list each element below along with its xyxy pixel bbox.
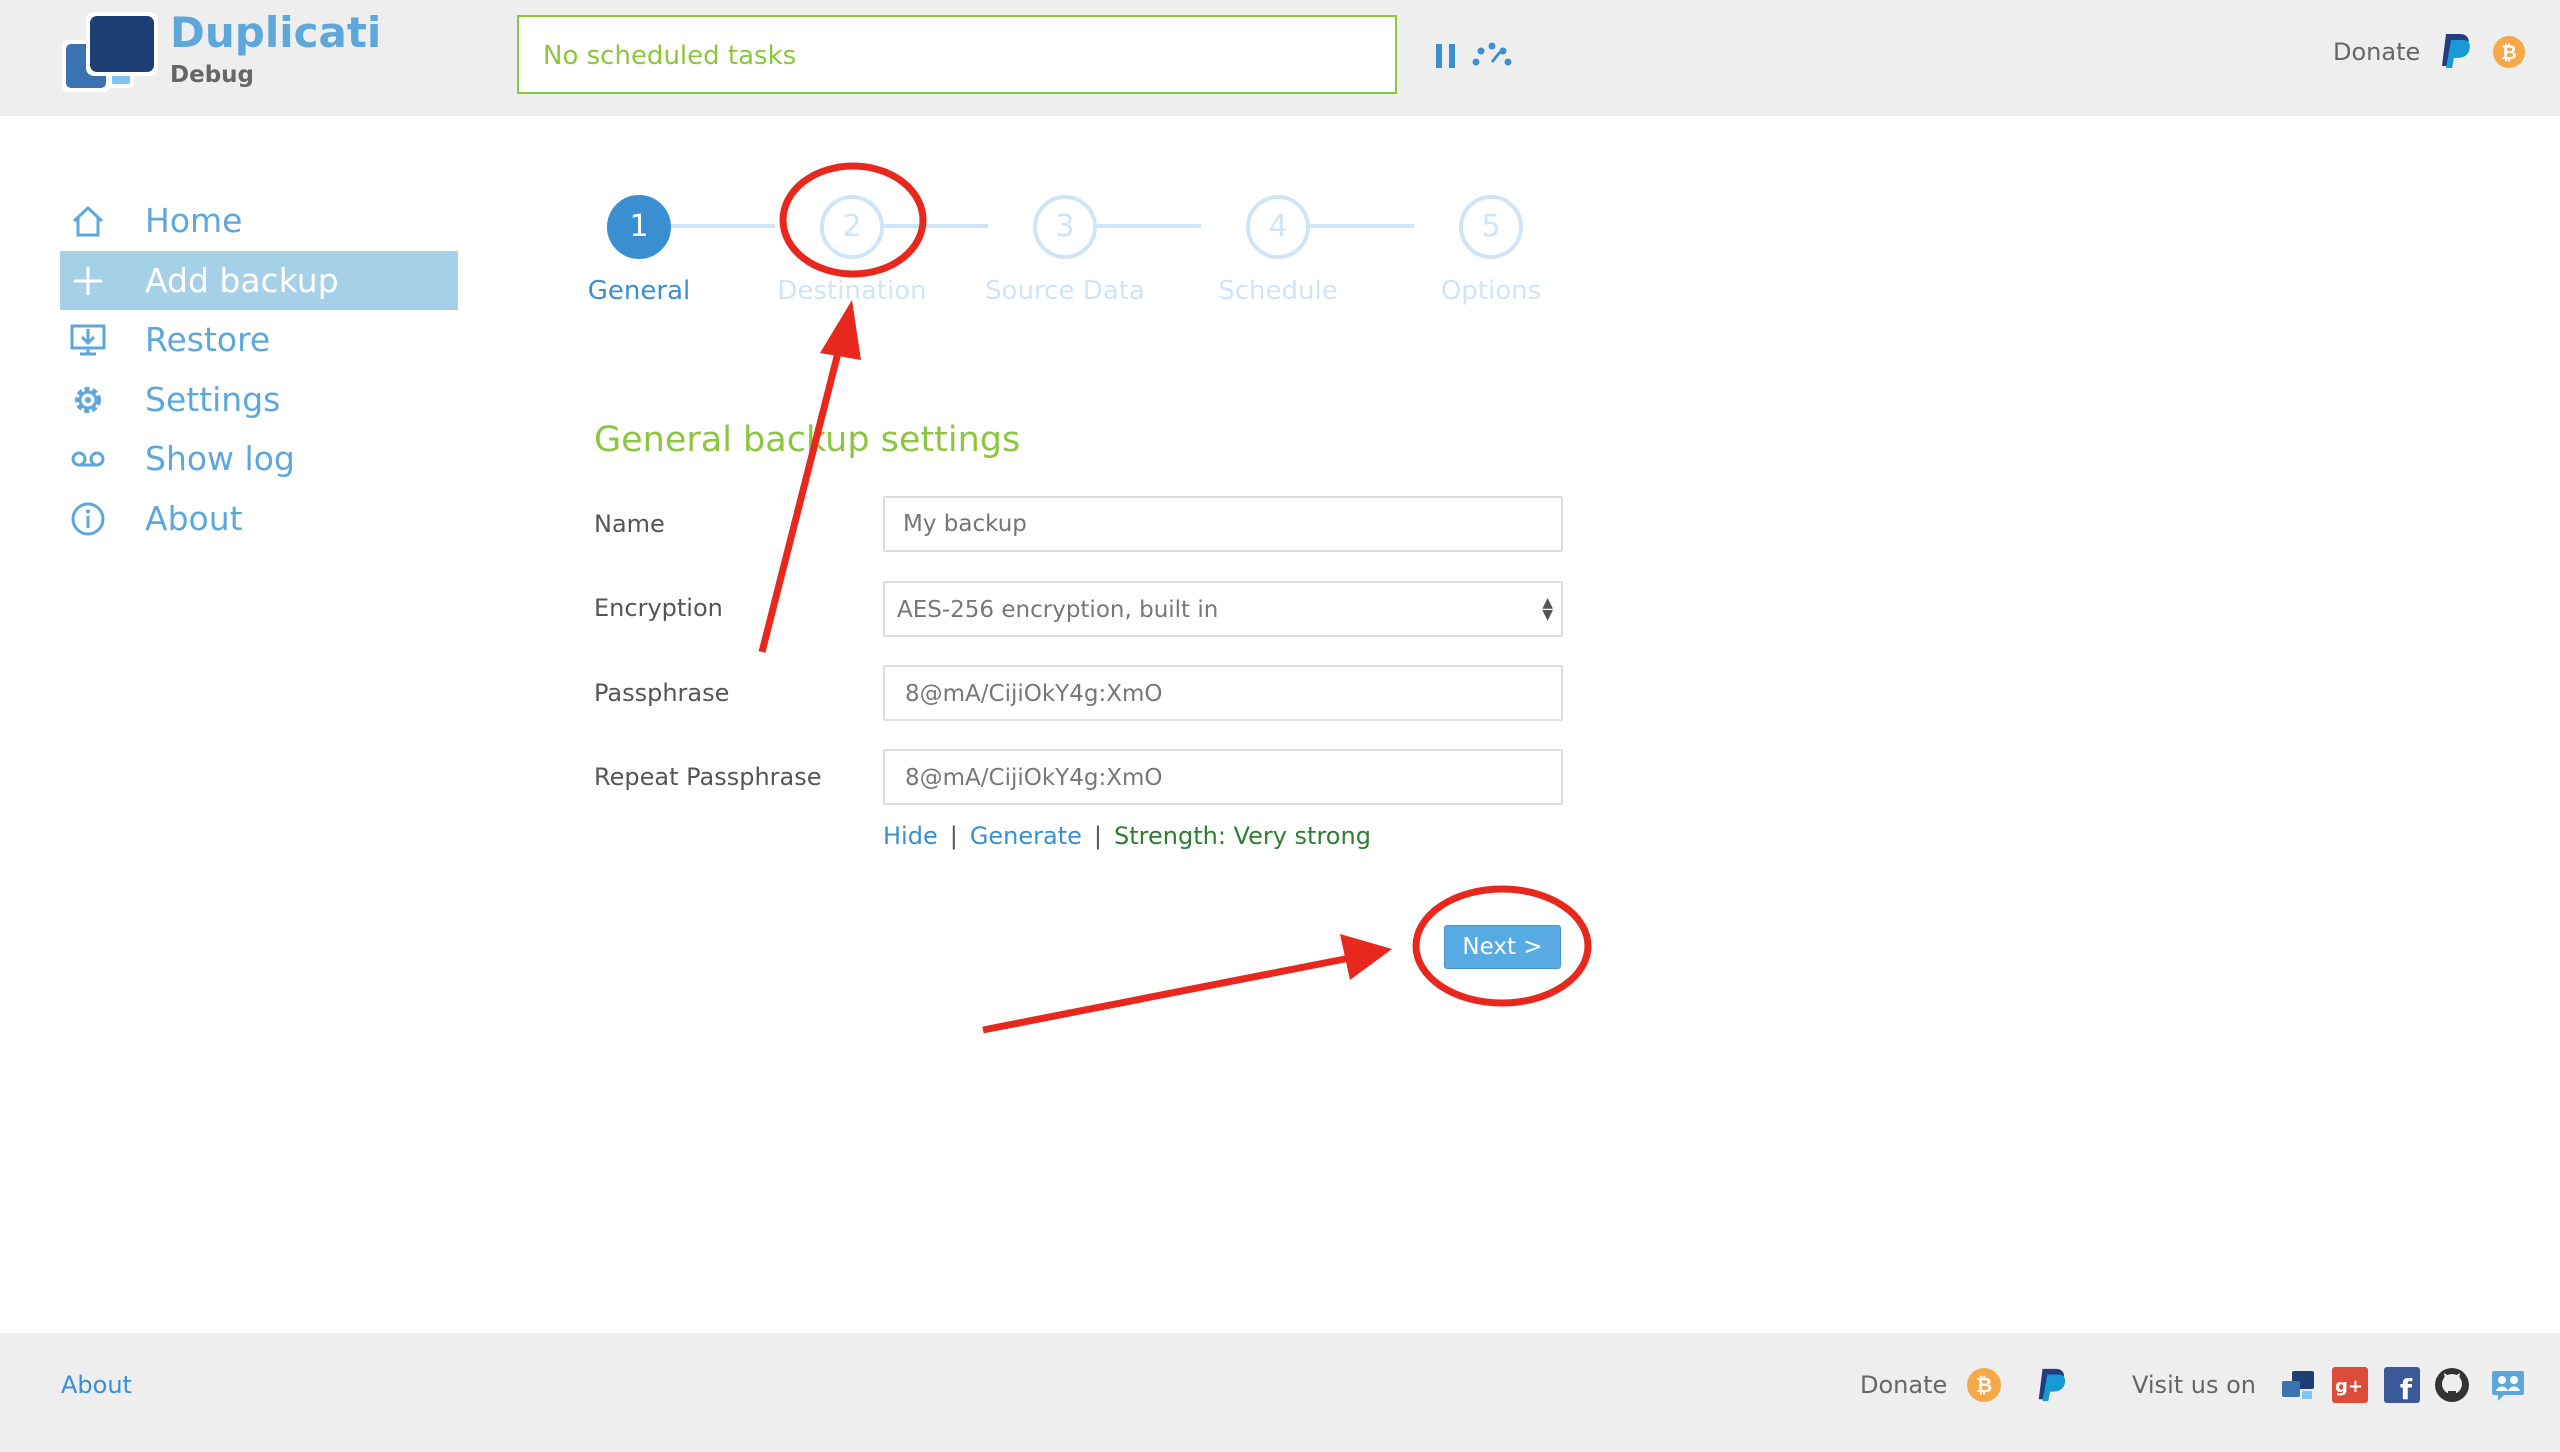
step-2-circle[interactable]: 2 [820,195,884,259]
paypal-icon[interactable] [2034,1367,2070,1403]
app-edition: Debug [170,62,254,88]
duplicati-logo-icon [62,12,158,92]
sidebar-item-label: About [145,498,243,538]
svg-text:f: f [2400,1373,2413,1403]
sidebar-item-label: Settings [145,379,281,419]
sidebar-item-show-log[interactable]: Show log [60,429,458,489]
separator: | [949,822,958,850]
log-icon [71,451,105,467]
top-bar: Duplicati Debug No scheduled tasks Donat… [0,0,2560,116]
footer-visit-label: Visit us on [2132,1371,2257,1399]
repeat-passphrase-input[interactable]: 8@mA/CijiOkY4g:XmO [883,749,1563,805]
svg-text:g+: g+ [2335,1376,2363,1397]
svg-text:₿: ₿ [2501,42,2516,64]
throttle-icon[interactable] [1470,38,1514,68]
step-4-circle[interactable]: 4 [1246,195,1310,259]
sidebar-nav: Home Add backup Restore Settings Show lo… [60,191,458,548]
footer-donate-label: Donate [1860,1371,1948,1399]
sidebar-item-label: Add backup [145,260,339,300]
name-input[interactable] [883,496,1563,552]
passphrase-label: Passphrase [594,679,730,707]
bitcoin-icon[interactable]: ₿ [1966,1367,2002,1403]
bitcoin-icon[interactable]: ₿ [2492,35,2526,69]
encryption-label: Encryption [594,594,723,622]
footer-about-link[interactable]: About [61,1371,132,1399]
passphrase-value: 8@mA/CijiOkY4g:XmO [905,681,1163,707]
plus-icon [74,266,102,295]
sidebar-item-label: Home [145,201,243,240]
select-arrows-icon: ▲ ▼ [1542,595,1553,623]
sidebar-item-restore[interactable]: Restore [60,310,458,370]
pause-icon[interactable] [1436,44,1456,68]
gear-icon [75,386,101,413]
step-1-label[interactable]: General [539,276,739,306]
generate-link[interactable]: Generate [970,822,1082,850]
donate-label[interactable]: Donate [2333,38,2420,66]
repeat-passphrase-value: 8@mA/CijiOkY4g:XmO [905,765,1163,791]
passphrase-actions: Hide | Generate | Strength: Very strong [883,822,1371,850]
encryption-selected-value: AES-256 encryption, built in [897,597,1219,623]
hide-link[interactable]: Hide [883,822,938,850]
sidebar-item-label: Show log [145,439,295,478]
next-button[interactable]: Next > [1444,925,1561,969]
separator: | [1093,822,1102,850]
annotation-arrow-line [982,954,1351,1034]
svg-text:₿: ₿ [1976,1373,1992,1397]
step-3-label[interactable]: Source Data [965,276,1165,306]
task-status-box[interactable]: No scheduled tasks [517,15,1397,94]
repeat-passphrase-label: Repeat Passphrase [594,763,822,791]
step-3-circle[interactable]: 3 [1033,195,1097,259]
passphrase-input[interactable]: 8@mA/CijiOkY4g:XmO [883,665,1563,721]
mailing-list-icon[interactable] [2490,1367,2526,1403]
paypal-icon[interactable] [2440,32,2472,70]
forum-icon[interactable] [2280,1367,2316,1403]
sidebar-item-add-backup[interactable]: Add backup [60,250,458,310]
info-icon [71,502,105,535]
app-name: Duplicati [170,8,382,57]
step-1-circle[interactable]: 1 [607,195,671,259]
sidebar-item-label: Restore [145,320,271,359]
sidebar-item-about[interactable]: About [60,489,458,549]
footer: About Donate ₿ Visit us on g+ f [0,1333,2560,1452]
wizard-stepper: 1 General 2 Destination 3 Source Data 4 … [560,190,1560,320]
name-label: Name [594,510,665,538]
step-4-label[interactable]: Schedule [1178,276,1378,306]
annotation-arrow-line [758,344,844,653]
github-icon[interactable] [2434,1367,2470,1403]
annotation-arrowhead [1340,934,1392,980]
section-title: General backup settings [594,420,1021,460]
home-icon [72,205,104,237]
encryption-select[interactable]: AES-256 encryption, built in ▲ ▼ [883,581,1563,637]
step-2-label[interactable]: Destination [752,276,952,306]
restore-icon [70,324,106,356]
sidebar-item-home[interactable]: Home [60,191,458,251]
step-5-circle[interactable]: 5 [1459,195,1523,259]
sidebar-item-settings[interactable]: Settings [60,370,458,430]
step-5-label[interactable]: Options [1391,276,1591,306]
task-status-text: No scheduled tasks [543,41,797,71]
facebook-icon[interactable]: f [2384,1367,2420,1403]
strength-indicator: Strength: Very strong [1114,822,1371,850]
google-plus-icon[interactable]: g+ [2332,1367,2368,1403]
